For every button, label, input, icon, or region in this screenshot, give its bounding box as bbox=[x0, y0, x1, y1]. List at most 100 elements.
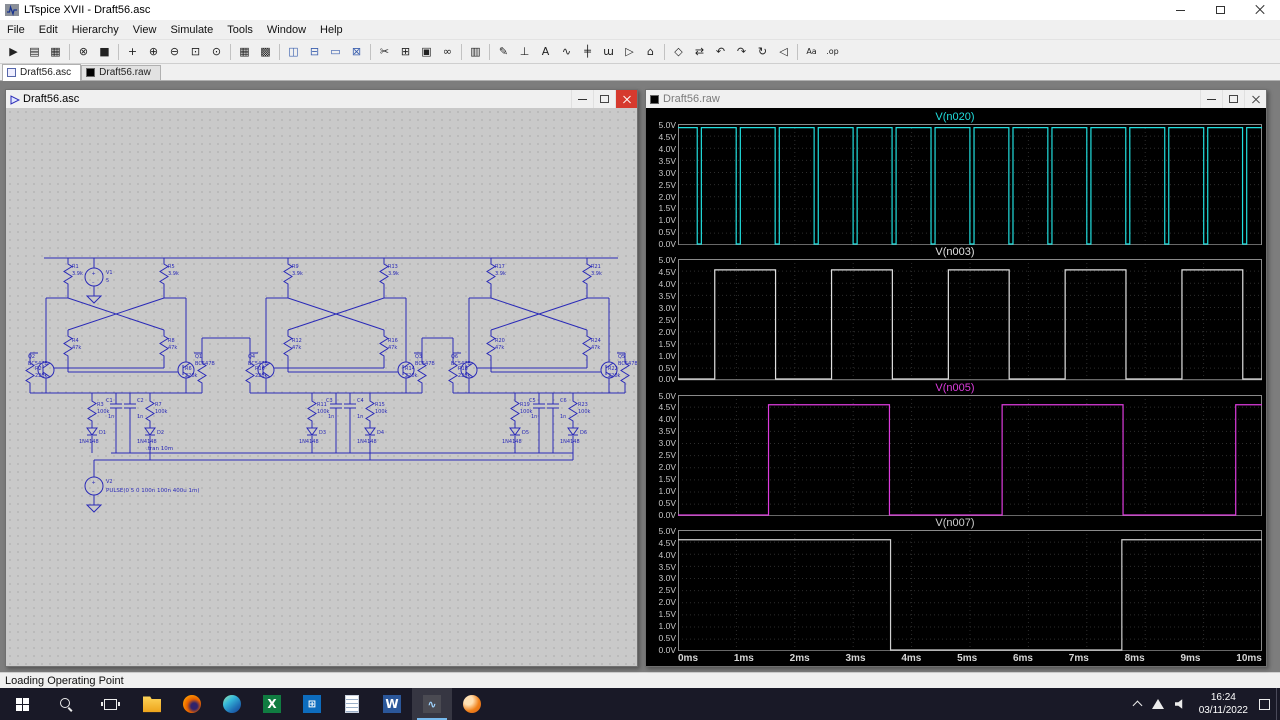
taskbar-ltspice[interactable]: ∿ bbox=[412, 688, 452, 720]
wire-button[interactable]: ✎ bbox=[493, 42, 514, 62]
task-view-button[interactable] bbox=[88, 688, 132, 720]
taskbar-file-explorer[interactable] bbox=[132, 688, 172, 720]
trace-label[interactable]: V(n007) bbox=[648, 516, 1262, 530]
minimize-button[interactable] bbox=[1160, 0, 1200, 20]
waveform-minimize-button[interactable] bbox=[1200, 90, 1222, 108]
plot-body: 5.0V 4.5V 4.0V 3.5V 3.0V 2.5V 2.0V 1.5V 1.0V 0.5V… bbox=[648, 526, 1262, 655]
start-button[interactable] bbox=[0, 688, 44, 720]
taskbar-firefox[interactable] bbox=[172, 688, 212, 720]
waveform-plot bbox=[678, 394, 1262, 516]
undo-button[interactable]: ↶ bbox=[710, 42, 731, 62]
schematic-restore-button[interactable] bbox=[593, 90, 615, 108]
paste-button[interactable]: ▣ bbox=[416, 42, 437, 62]
waveform-restore-button[interactable] bbox=[1222, 90, 1244, 108]
notepad-icon bbox=[345, 695, 359, 713]
taskbar-edge[interactable] bbox=[212, 688, 252, 720]
plot-area[interactable] bbox=[678, 529, 1262, 651]
search-icon bbox=[59, 697, 73, 711]
taskbar-word[interactable]: W bbox=[372, 688, 412, 720]
cut-button[interactable]: ✂ bbox=[374, 42, 395, 62]
diode-button[interactable]: ▷ bbox=[619, 42, 640, 62]
control-panel-button[interactable]: ⊗ bbox=[73, 42, 94, 62]
plot-area[interactable] bbox=[678, 394, 1262, 516]
ground-button[interactable]: ⊥ bbox=[514, 42, 535, 62]
schematic-window-titlebar[interactable]: Draft56.asc bbox=[6, 90, 637, 108]
schematic-close-button[interactable] bbox=[615, 90, 637, 108]
zoom-out-button[interactable]: ⊖ bbox=[164, 42, 185, 62]
taskbar-notepad[interactable] bbox=[332, 688, 372, 720]
maximize-button[interactable] bbox=[1200, 0, 1240, 20]
taskbar-paint[interactable] bbox=[452, 688, 492, 720]
network-icon[interactable] bbox=[1151, 699, 1164, 709]
clock-time: 16:24 bbox=[1210, 692, 1236, 703]
resistor-button[interactable]: ∿ bbox=[556, 42, 577, 62]
trace-label[interactable]: V(n003) bbox=[648, 245, 1262, 259]
zoom-area-button[interactable]: ⊡ bbox=[185, 42, 206, 62]
menu-help[interactable]: Help bbox=[313, 22, 350, 38]
drag-button[interactable]: ⇄ bbox=[689, 42, 710, 62]
y-tick: 3.5V bbox=[658, 561, 677, 572]
open-button[interactable]: ▤ bbox=[24, 42, 45, 62]
snap-button[interactable]: ▩ bbox=[255, 42, 276, 62]
show-desktop-button[interactable] bbox=[1276, 688, 1280, 720]
action-center-icon[interactable] bbox=[1259, 698, 1270, 710]
close-window-button[interactable]: ⊠ bbox=[346, 42, 367, 62]
menu-file[interactable]: File bbox=[0, 22, 32, 38]
cascade-button[interactable]: ▭ bbox=[325, 42, 346, 62]
plot-body: 5.0V 4.5V 4.0V 3.5V 3.0V 2.5V 2.0V 1.5V 1.0V 0.5V… bbox=[648, 120, 1262, 249]
print-button[interactable]: ▥ bbox=[465, 42, 486, 62]
schematic-label: 5 bbox=[106, 278, 109, 284]
search-button[interactable] bbox=[44, 688, 88, 720]
menu-window[interactable]: Window bbox=[260, 22, 313, 38]
menu-edit[interactable]: Edit bbox=[32, 22, 65, 38]
menu-view[interactable]: View bbox=[126, 22, 164, 38]
y-tick: 0.5V bbox=[658, 362, 677, 373]
capacitor-button[interactable]: ╪ bbox=[577, 42, 598, 62]
inductor-button[interactable]: ɯ bbox=[598, 42, 619, 62]
taskbar-excel[interactable]: X bbox=[252, 688, 292, 720]
run-button[interactable]: ▶ bbox=[3, 42, 24, 62]
component-button[interactable]: ⌂ bbox=[640, 42, 661, 62]
rotate-button[interactable]: ↻ bbox=[752, 42, 773, 62]
spice-directive-button[interactable]: .op bbox=[822, 42, 843, 62]
schematic-canvas[interactable]: + – V1 5 R1 3.9k R5 3.9k R4 47k R8 47k Q2 BC547B Q1 BC5… bbox=[6, 108, 637, 666]
menu-simulate[interactable]: Simulate bbox=[163, 22, 220, 38]
clock[interactable]: 16:24 03/11/2022 bbox=[1199, 691, 1248, 717]
waveform-close-button[interactable] bbox=[1244, 90, 1266, 108]
trace-label[interactable]: V(n020) bbox=[648, 110, 1262, 124]
taskbar-store[interactable]: ⊞ bbox=[292, 688, 332, 720]
redo-button[interactable]: ↷ bbox=[731, 42, 752, 62]
find-button[interactable]: ∞ bbox=[437, 42, 458, 62]
titlebar[interactable]: LTspice XVII - Draft56.asc bbox=[0, 0, 1280, 20]
grid-button[interactable]: ▦ bbox=[234, 42, 255, 62]
schematic-minimize-button[interactable] bbox=[571, 90, 593, 108]
schematic-label: 47k bbox=[591, 345, 600, 351]
menu-hierarchy[interactable]: Hierarchy bbox=[65, 22, 126, 38]
text-button[interactable]: Aa bbox=[801, 42, 822, 62]
tab-draft56.raw[interactable]: Draft56.raw bbox=[81, 65, 161, 80]
plot-panel-V(n020): V(n020) 5.0V 4.5V 4.0V 3.5V 3.0V 2.5V 2.0V 1.5V 1… bbox=[648, 110, 1262, 249]
trace-label[interactable]: V(n005) bbox=[648, 381, 1262, 395]
tab-draft56.asc[interactable]: Draft56.asc bbox=[2, 64, 82, 81]
zoom-full-button[interactable]: ⊙ bbox=[206, 42, 227, 62]
mirror-button[interactable]: ◁ bbox=[773, 42, 794, 62]
save-button[interactable]: ▦ bbox=[45, 42, 66, 62]
volume-icon[interactable] bbox=[1174, 699, 1183, 709]
zoom-in-button[interactable]: ⊕ bbox=[143, 42, 164, 62]
hidden-icons-chevron-icon[interactable] bbox=[1132, 700, 1143, 711]
plot-area[interactable] bbox=[678, 124, 1262, 246]
halt-button[interactable]: ■ bbox=[94, 42, 115, 62]
waveform-window-titlebar[interactable]: Draft56.raw bbox=[646, 90, 1266, 108]
tile-horizontal-button[interactable]: ◫ bbox=[283, 42, 304, 62]
move-button[interactable]: ◇ bbox=[668, 42, 689, 62]
schematic-label: PULSE(0 5 0 100n 100n 400u 1m) bbox=[106, 488, 199, 494]
menu-tools[interactable]: Tools bbox=[220, 22, 260, 38]
tile-vertical-button[interactable]: ⊟ bbox=[304, 42, 325, 62]
schematic-label: 220k bbox=[35, 373, 48, 379]
plot-area[interactable] bbox=[678, 259, 1262, 381]
copy-button[interactable]: ⊞ bbox=[395, 42, 416, 62]
pan-button[interactable]: + bbox=[122, 42, 143, 62]
net-label-button[interactable]: A bbox=[535, 42, 556, 62]
task-view-icon bbox=[100, 698, 120, 710]
close-button[interactable] bbox=[1240, 0, 1280, 20]
